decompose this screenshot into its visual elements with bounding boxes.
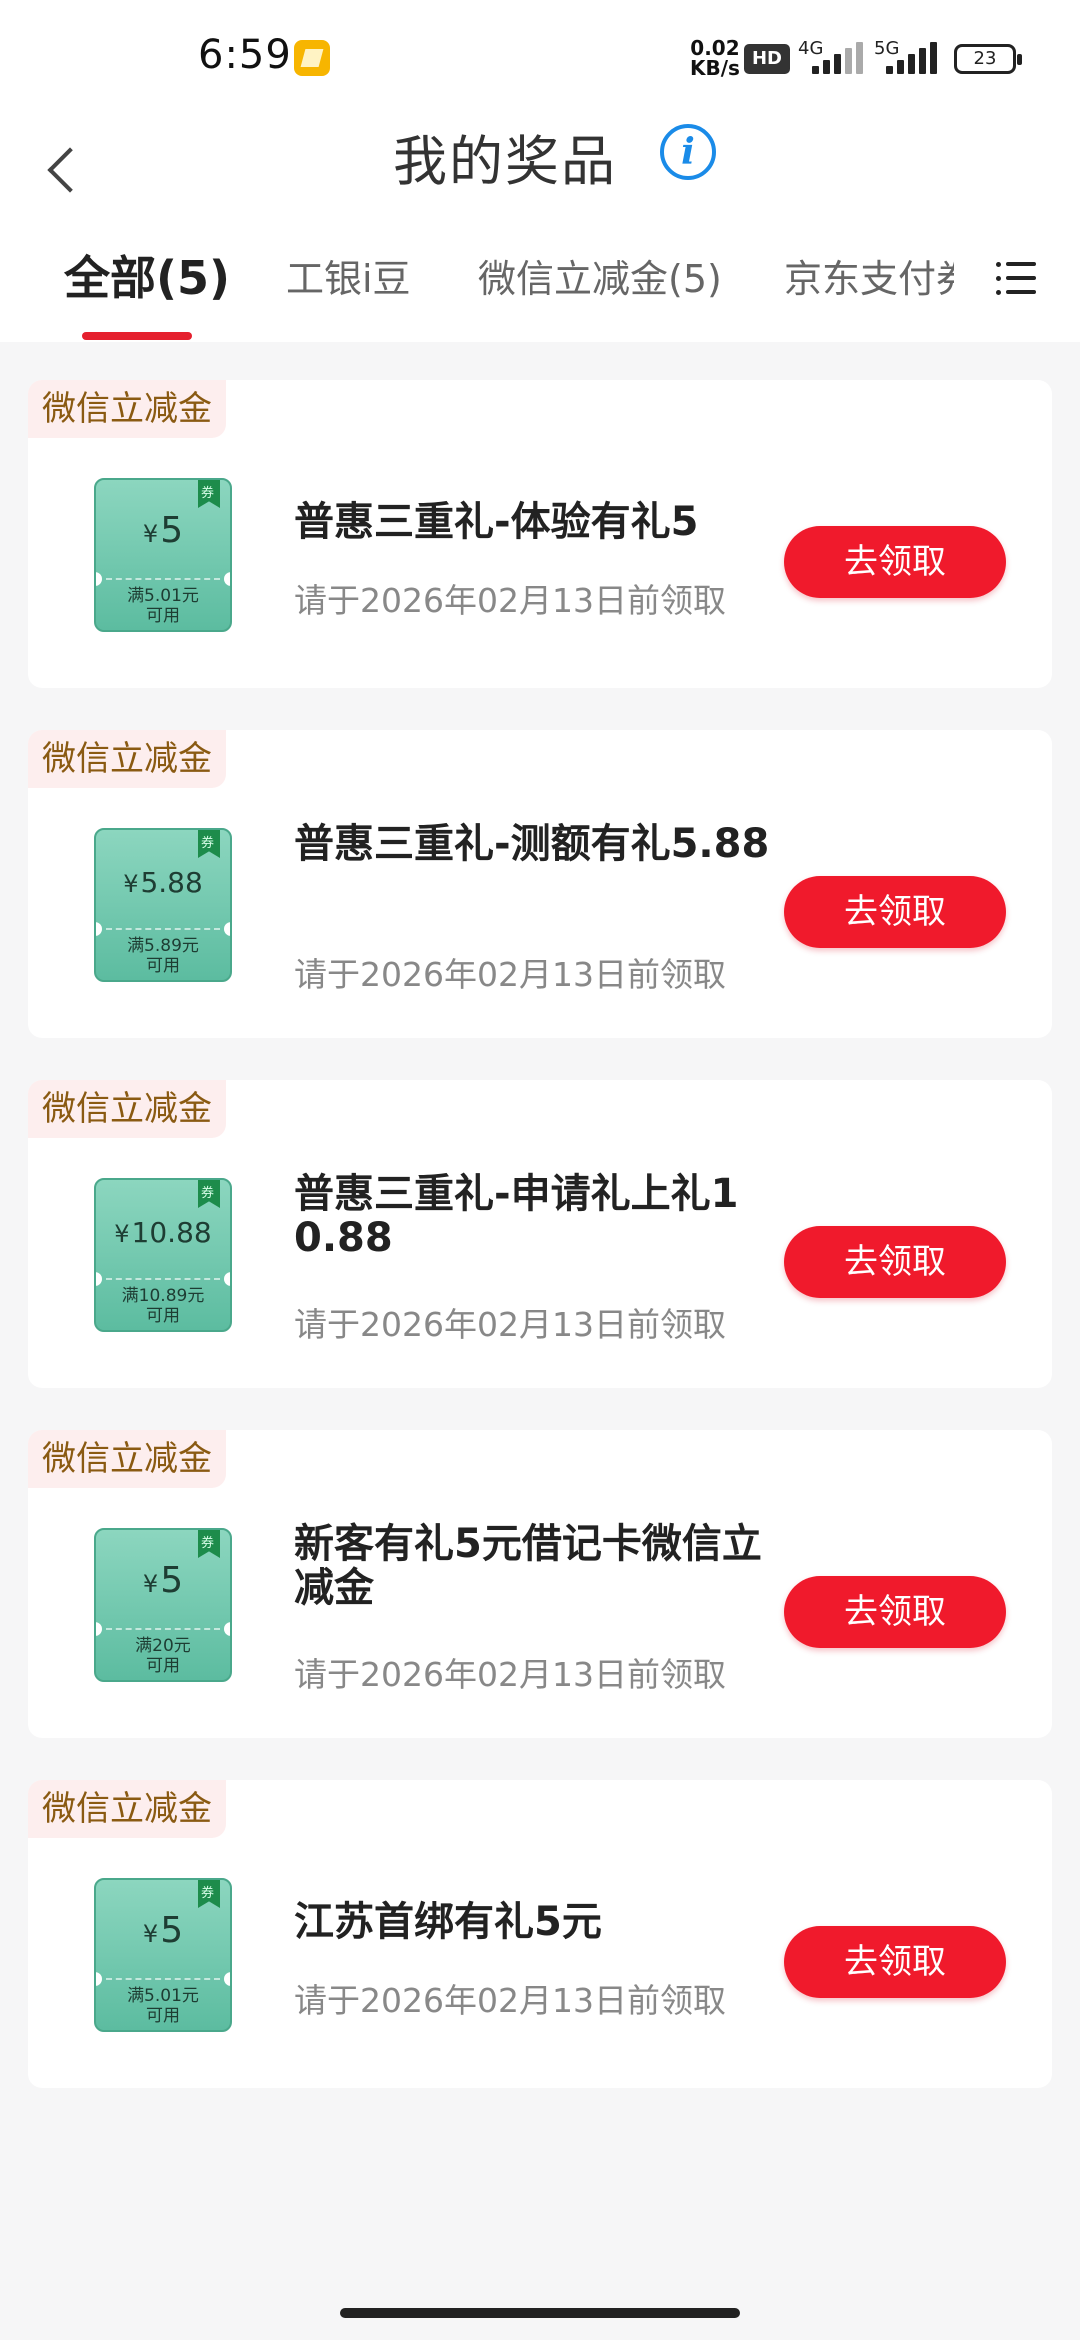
coupon-condition: 满5.01元 可用 bbox=[127, 586, 199, 626]
page-title-text: 我的奖品 bbox=[393, 130, 617, 193]
coupon-ticket: ¥5 满5.01元可用 bbox=[94, 478, 232, 632]
tab-menu-icon[interactable] bbox=[996, 258, 1036, 298]
prize-card: 微信立减金 ¥10.88 满10.89元可用 普惠三重礼-申请礼上礼10.88 … bbox=[28, 1080, 1052, 1388]
prize-title: 普惠三重礼-申请礼上礼10.88 bbox=[294, 1171, 739, 1261]
prize-title: 普惠三重礼-体验有礼5 bbox=[294, 499, 699, 545]
prize-title: 普惠三重礼-测额有礼5.88 bbox=[294, 821, 770, 867]
prize-title: 新客有礼5元借记卡微信立减金 bbox=[294, 1521, 762, 1611]
prize-deadline: 请于2026年02月13日前领取 bbox=[294, 1981, 726, 2020]
page-header: 我的奖品 i bbox=[0, 110, 1080, 230]
prize-tag: 微信立减金 bbox=[28, 1430, 226, 1488]
active-tab-indicator bbox=[82, 332, 192, 340]
hd-voice-icon: HD bbox=[744, 44, 790, 74]
claim-button[interactable]: 去领取 bbox=[784, 526, 1006, 598]
signal-strength-icon-1 bbox=[812, 40, 876, 74]
battery-icon: 23 bbox=[954, 44, 1022, 74]
coupon-ribbon-icon bbox=[198, 480, 220, 508]
prize-tag: 微信立减金 bbox=[28, 730, 226, 788]
prize-deadline: 请于2026年02月13日前领取 bbox=[294, 1305, 726, 1344]
tab-jd-pay[interactable]: 京东支付券 bbox=[784, 248, 954, 303]
prize-deadline: 请于2026年02月13日前领取 bbox=[294, 581, 726, 620]
claim-button[interactable]: 去领取 bbox=[784, 1926, 1006, 1998]
tab-wechat-discount[interactable]: 微信立减金(5) bbox=[478, 248, 722, 303]
tab-jd-pay-clip: 京东支付券 bbox=[780, 244, 954, 304]
status-bar: 6:59 0.02 KB/s HD 4G 5G 23 bbox=[0, 0, 1080, 110]
coupon-amount: ¥10.88 bbox=[114, 1216, 212, 1249]
tab-bar: 全部(5) 工银i豆 微信立减金(5) 京东支付券 bbox=[0, 230, 1080, 342]
prize-tag: 微信立减金 bbox=[28, 1780, 226, 1838]
prize-deadline: 请于2026年02月13日前领取 bbox=[294, 955, 726, 994]
signal-strength-icon-2 bbox=[886, 40, 950, 74]
claim-button[interactable]: 去领取 bbox=[784, 1576, 1006, 1648]
coupon-ribbon-icon bbox=[198, 830, 220, 858]
prize-tag: 微信立减金 bbox=[28, 1080, 226, 1138]
network-speed-value: 0.02 bbox=[690, 36, 740, 60]
info-icon[interactable]: i bbox=[660, 124, 716, 180]
tab-all[interactable]: 全部(5) bbox=[64, 242, 230, 308]
coupon-ribbon-icon bbox=[198, 1880, 220, 1908]
coupon-condition: 满20元 可用 bbox=[135, 1636, 191, 1676]
page-title: 我的奖品 bbox=[0, 120, 1080, 204]
coupon-amount: ¥5.88 bbox=[123, 866, 203, 899]
coupon-ribbon-icon bbox=[198, 1530, 220, 1558]
prize-deadline: 请于2026年02月13日前领取 bbox=[294, 1655, 726, 1694]
coupon-condition: 满10.89元 可用 bbox=[121, 1286, 205, 1326]
prize-card: 微信立减金 ¥5 满20元可用 新客有礼5元借记卡微信立减金 请于2026年02… bbox=[28, 1430, 1052, 1738]
coupon-ribbon-icon bbox=[198, 1180, 220, 1208]
prize-title: 江苏首绑有礼5元 bbox=[294, 1899, 602, 1945]
coupon-ticket: ¥10.88 满10.89元可用 bbox=[94, 1178, 232, 1332]
coupon-amount: ¥5 bbox=[142, 510, 184, 551]
prize-tag: 微信立减金 bbox=[28, 380, 226, 438]
coupon-amount: ¥5 bbox=[142, 1560, 184, 1601]
claim-button[interactable]: 去领取 bbox=[784, 876, 1006, 948]
status-time: 6:59 bbox=[198, 32, 292, 78]
notification-icon bbox=[294, 40, 330, 76]
coupon-ticket: ¥5 满5.01元可用 bbox=[94, 1878, 232, 2032]
home-indicator[interactable] bbox=[340, 2308, 740, 2318]
prize-card: 微信立减金 ¥5 满5.01元可用 江苏首绑有礼5元 请于2026年02月13日… bbox=[28, 1780, 1052, 2088]
coupon-condition: 满5.89元 可用 bbox=[127, 936, 199, 976]
coupon-condition: 满5.01元 可用 bbox=[127, 1986, 199, 2026]
coupon-ticket: ¥5.88 满5.89元可用 bbox=[94, 828, 232, 982]
network-speed: 0.02 KB/s bbox=[690, 38, 740, 78]
prize-card: 微信立减金 ¥5 满5.01元可用 普惠三重礼-体验有礼5 请于2026年02月… bbox=[28, 380, 1052, 688]
prize-card: 微信立减金 ¥5.88 满5.89元可用 普惠三重礼-测额有礼5.88 请于20… bbox=[28, 730, 1052, 1038]
coupon-amount: ¥5 bbox=[142, 1910, 184, 1951]
network-speed-unit: KB/s bbox=[690, 56, 740, 80]
coupon-ticket: ¥5 满20元可用 bbox=[94, 1528, 232, 1682]
tab-icbc-points[interactable]: 工银i豆 bbox=[286, 248, 411, 303]
claim-button[interactable]: 去领取 bbox=[784, 1226, 1006, 1298]
